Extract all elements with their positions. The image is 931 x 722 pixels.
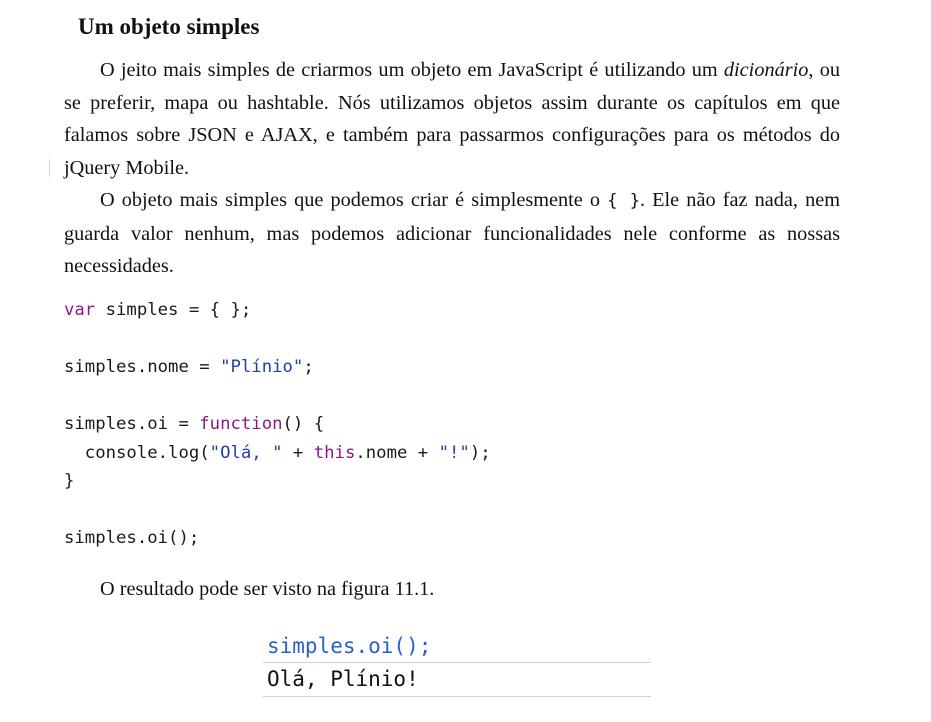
- code-string: "Olá, ": [209, 442, 283, 463]
- margin-marker: [49, 159, 50, 177]
- code-token: );: [469, 442, 491, 463]
- code-listing: var simples = { }; simples.nome = "Plíni…: [64, 296, 491, 553]
- code-line: simples.oi = function() {: [64, 414, 324, 434]
- intro-text-start: O jeito mais simples de criarmos um obje…: [100, 59, 724, 81]
- intro-paragraph: O jeito mais simples de criarmos um obje…: [64, 54, 840, 184]
- console-input-line: simples.oi();: [267, 634, 432, 658]
- code-token: simples.oi();: [64, 528, 200, 548]
- code-keyword: var: [64, 300, 96, 320]
- console-divider: [263, 696, 651, 697]
- console-divider: [263, 662, 651, 663]
- result-text: O resultado pode ser visto na figura 11.…: [100, 578, 435, 600]
- section-heading: Um objeto simples: [78, 14, 260, 39]
- console-output-line: Olá, Plínio!: [267, 667, 419, 691]
- code-keyword: this: [313, 442, 356, 463]
- console-figure: simples.oi(); Olá, Plínio!: [263, 630, 651, 698]
- code-line: simples.nome = "Plínio";: [64, 357, 314, 377]
- simplest-object-paragraph: O objeto mais simples que podemos criar …: [64, 184, 840, 283]
- code-token: simples.nome =: [64, 357, 221, 377]
- book-page: Um objeto simples O jeito mais simples d…: [0, 0, 931, 722]
- code-token: console.log(: [64, 442, 210, 463]
- code-string: "!": [438, 442, 470, 463]
- code-token: ;: [303, 357, 314, 377]
- code-line: }: [64, 471, 74, 491]
- code-token: simples = { };: [95, 300, 252, 320]
- code-string: "Plínio": [220, 357, 304, 377]
- code-token: simples.oi =: [64, 414, 200, 434]
- code-line: var simples = { };: [64, 300, 251, 320]
- intro-italic-term: dicionário: [723, 59, 809, 81]
- code-token: .nome +: [355, 442, 439, 463]
- code-line: console.log("Olá, " + this.nome + "!");: [64, 443, 491, 463]
- inline-code-empty-object: { }: [607, 191, 640, 211]
- code-token: +: [282, 442, 314, 463]
- code-line: simples.oi();: [64, 528, 199, 548]
- simplest-text-start: O objeto mais simples que podemos criar …: [100, 189, 608, 211]
- code-keyword: function: [199, 414, 283, 434]
- code-token: }: [64, 471, 75, 491]
- code-token: () {: [282, 414, 325, 434]
- result-paragraph: O resultado pode ser visto na figura 11.…: [64, 573, 840, 606]
